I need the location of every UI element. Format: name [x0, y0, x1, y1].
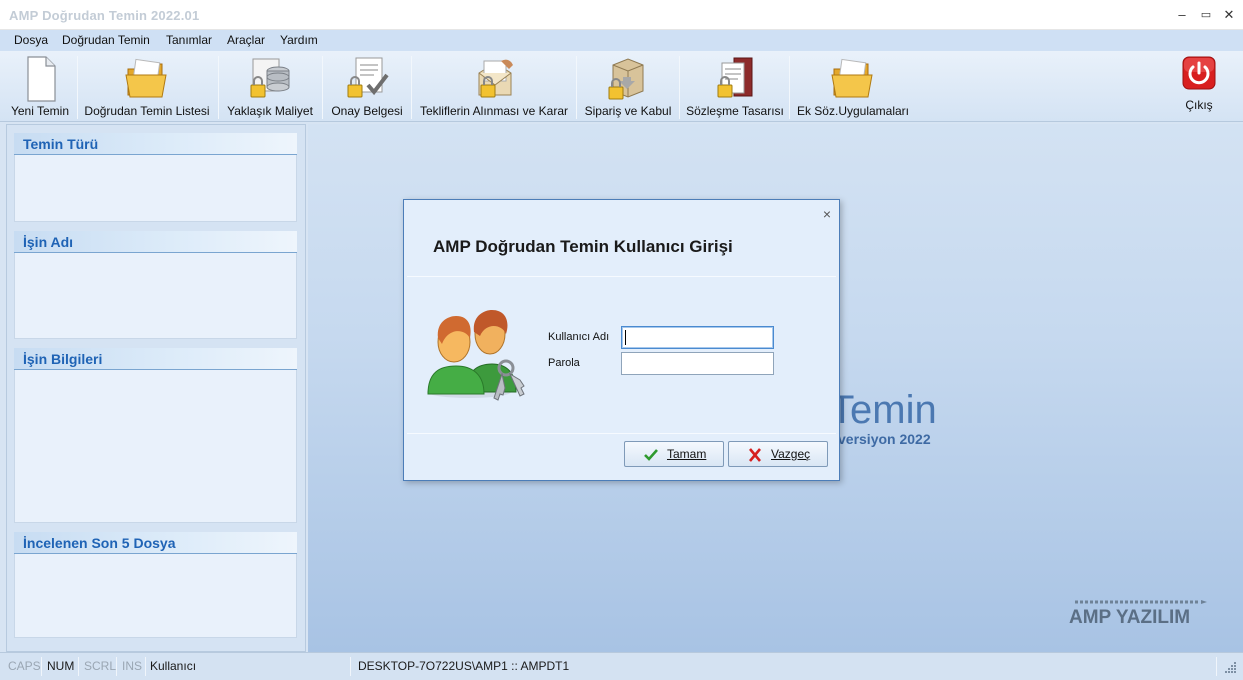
new-temin-button[interactable]: Yeni Temin [8, 51, 72, 121]
password-label: Parola [548, 357, 580, 369]
section-header: İşin Bilgileri [14, 348, 297, 370]
close-button[interactable]: ✕ [1219, 6, 1239, 24]
power-icon [1182, 56, 1216, 90]
envelope-icon [478, 59, 513, 98]
users-keys-icon [427, 310, 525, 401]
package-icon [608, 58, 644, 100]
menu-bar: Dosya Doğrudan Temin Tanımlar Araçlar Ya… [0, 30, 1243, 51]
section-header: İşin Adı [14, 231, 297, 253]
num-indicator: NUM [47, 659, 75, 673]
username-label: Kullanıcı Adı [548, 331, 610, 343]
password-input[interactable] [621, 352, 774, 375]
section-header: Temin Türü [14, 133, 297, 155]
approx-cost-button[interactable]: Yaklaşık Maliyet [224, 51, 316, 121]
status-separator [41, 657, 42, 676]
section-body [14, 253, 297, 339]
contract-icon [717, 57, 753, 98]
toolbar-label: Tekliflerin Alınması ve Karar [419, 104, 569, 118]
approval-document-button[interactable]: Onay Belgesi [329, 51, 405, 121]
section-temin-turu: Temin Türü [14, 133, 297, 222]
section-header: İncelenen Son 5 Dosya [14, 532, 297, 554]
order-button[interactable]: Sipariş ve Kabul [583, 51, 673, 121]
amp-yazilim-logo: AMP YAZILIM [1069, 600, 1207, 628]
text-caret [625, 330, 626, 345]
checkmark-icon [644, 449, 658, 461]
temin-list-button[interactable]: Doğrudan Temin Listesi [82, 51, 212, 121]
cancel-button-label: Vazgeç [771, 447, 811, 461]
toolbar-separator [77, 56, 78, 119]
menu-dogrudan-temin[interactable]: Doğrudan Temin [62, 33, 150, 47]
x-icon [749, 448, 761, 462]
toolbar-label: Yeni Temin [10, 104, 70, 118]
toolbar-separator [322, 56, 323, 119]
coins-icon [250, 58, 290, 98]
offers-button[interactable]: Tekliflerin Alınması ve Karar [418, 51, 570, 121]
menu-dosya[interactable]: Dosya [14, 33, 48, 47]
exit-label: Çıkış [1185, 98, 1213, 112]
window-title: AMP Doğrudan Temin 2022.01 [9, 8, 200, 23]
menu-tanimlar[interactable]: Tanımlar [166, 33, 212, 47]
section-isin-adi: İşin Adı [14, 231, 297, 339]
approved-document-icon [347, 57, 389, 98]
toolbar-label: Sipariş ve Kabul [584, 104, 672, 118]
toolbar: Yeni Temin Doğrudan Temin Listesi Yaklaş… [0, 51, 1243, 122]
additional-contract-button[interactable]: Ek Söz.Uygulamaları [796, 51, 910, 121]
logo-text: AMP YAZILIM [1069, 607, 1190, 628]
status-separator [78, 657, 79, 676]
toolbar-label: Onay Belgesi [331, 104, 403, 118]
ok-button-label: Tamam [667, 447, 707, 461]
username-input[interactable] [621, 326, 774, 349]
status-bar: CAPS NUM SCRL INS Kullanıcı DESKTOP-7O72… [0, 652, 1243, 680]
menu-araclar[interactable]: Araçlar [227, 33, 265, 47]
menu-yardim[interactable]: Yardım [280, 33, 318, 47]
exit-button[interactable]: Çıkış [1176, 51, 1222, 121]
left-panel: Temin Türü İşin Adı İşin Bilgileri İncel… [6, 124, 306, 652]
toolbar-label: Ek Söz.Uygulamaları [796, 104, 910, 118]
toolbar-label: Doğrudan Temin Listesi [84, 104, 210, 118]
toolbar-separator [411, 56, 412, 119]
status-separator [1216, 657, 1217, 676]
section-title: İncelenen Son 5 Dosya [23, 535, 176, 551]
resize-grip-icon[interactable] [1225, 661, 1237, 673]
maximize-button[interactable]: ▭ [1196, 6, 1216, 24]
status-separator [116, 657, 117, 676]
background-version: versiyon 2022 [838, 431, 931, 447]
section-isin-bilgileri: İşin Bilgileri [14, 348, 297, 523]
status-separator [350, 657, 351, 676]
divider [407, 433, 836, 434]
background-app-title: Temin [830, 388, 937, 432]
new-document-icon [27, 56, 56, 102]
dialog-close-button[interactable]: × [823, 206, 831, 222]
status-separator [145, 657, 146, 676]
ins-indicator: INS [122, 659, 143, 673]
minimize-button[interactable]: – [1172, 6, 1192, 24]
toolbar-separator [218, 56, 219, 119]
section-body [14, 370, 297, 523]
folder-icon [125, 58, 167, 98]
login-dialog: × AMP Doğrudan Temin Kullanıcı Girişi Ku… [403, 199, 840, 481]
toolbar-separator [679, 56, 680, 119]
ok-button[interactable]: Tamam [624, 441, 724, 467]
section-recent-files: İncelenen Son 5 Dosya [14, 532, 297, 638]
title-bar: AMP Doğrudan Temin 2022.01 – ▭ ✕ [0, 0, 1243, 30]
dialog-title: AMP Doğrudan Temin Kullanıcı Girişi [433, 237, 733, 256]
divider [407, 276, 836, 277]
section-title: İşin Bilgileri [23, 351, 103, 367]
contract-draft-button[interactable]: Sözleşme Tasarısı [686, 51, 784, 121]
scrl-indicator: SCRL [84, 659, 117, 673]
section-body [14, 155, 297, 222]
folder-icon [831, 58, 873, 98]
toolbar-separator [789, 56, 790, 119]
section-title: İşin Adı [23, 234, 74, 250]
toolbar-separator [576, 56, 577, 119]
caps-indicator: CAPS [8, 659, 41, 673]
connection-status: DESKTOP-7O722US\AMP1 :: AMPDT1 [358, 659, 570, 673]
section-body [14, 554, 297, 638]
section-title: Temin Türü [23, 136, 99, 152]
cancel-button[interactable]: Vazgeç [728, 441, 828, 467]
toolbar-label: Sözleşme Tasarısı [686, 104, 784, 118]
user-status: Kullanıcı [150, 659, 197, 673]
toolbar-label: Yaklaşık Maliyet [227, 104, 313, 118]
